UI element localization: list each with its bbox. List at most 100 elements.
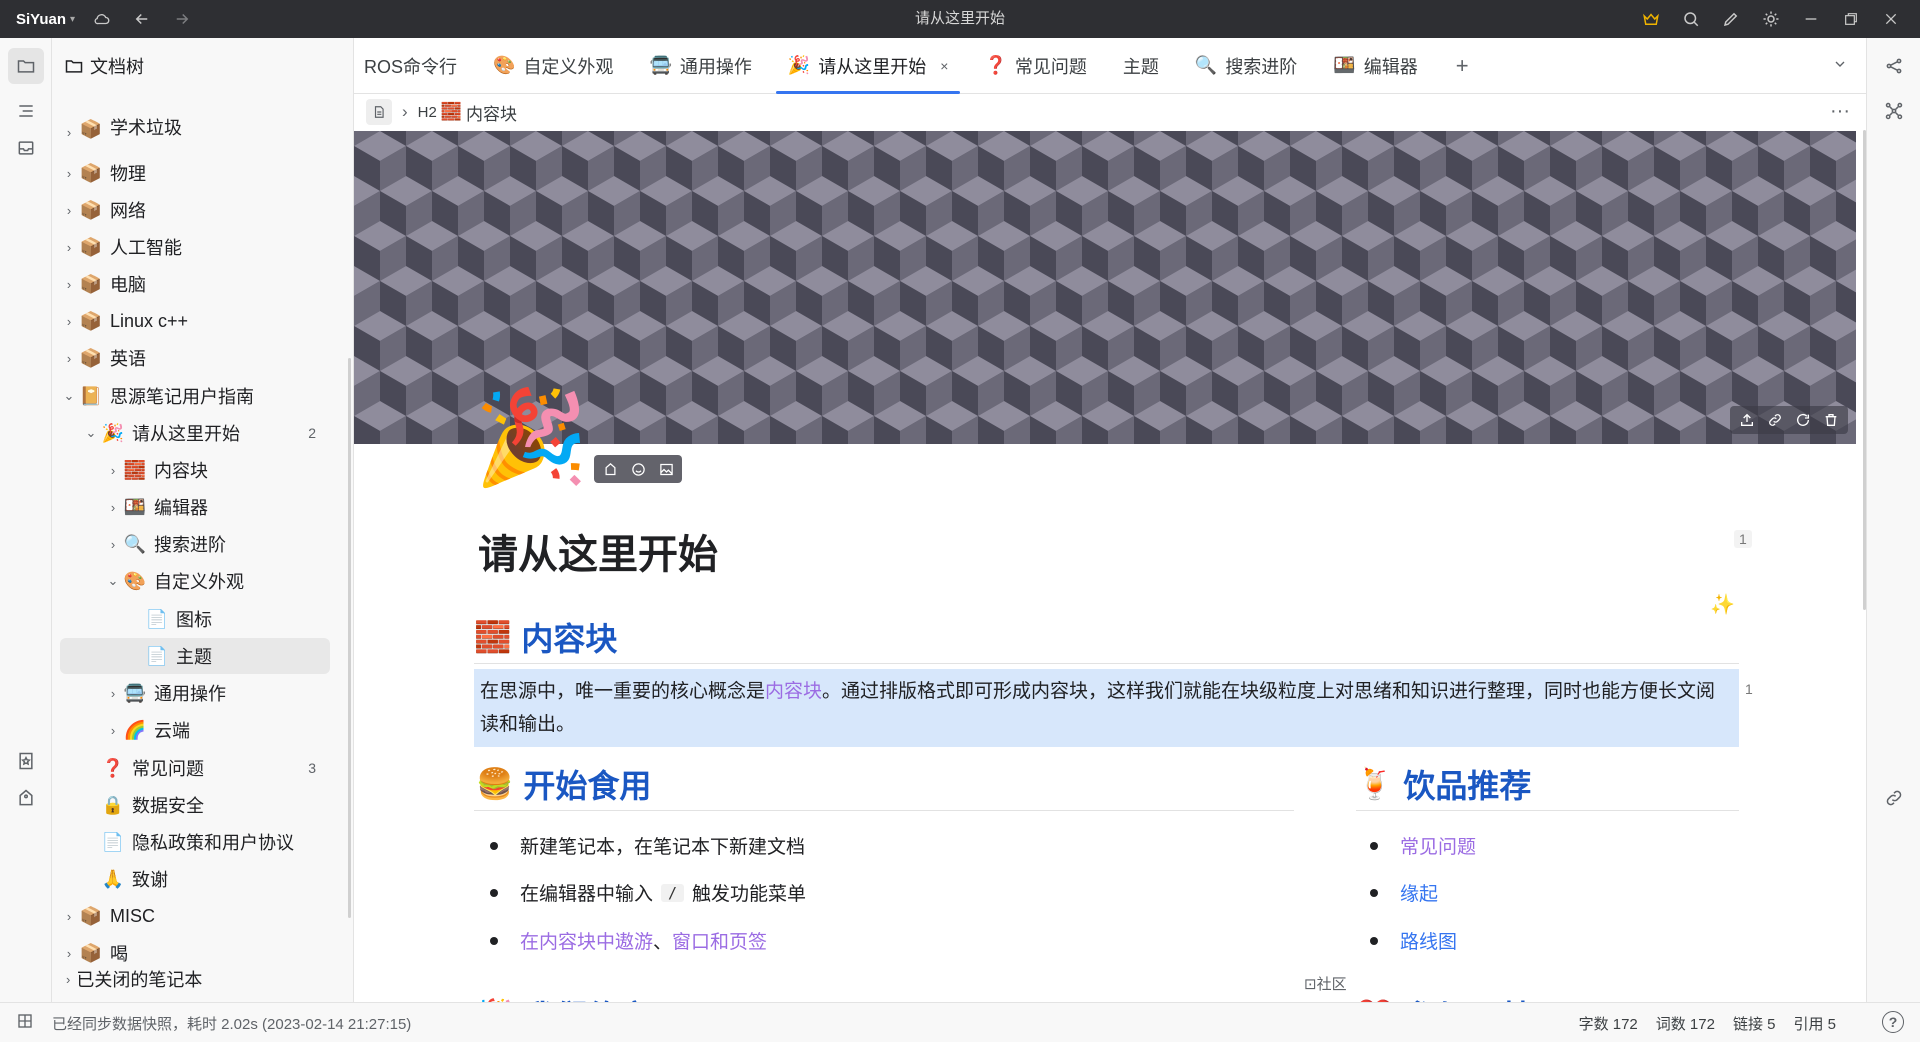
tree-item-privacy[interactable]: 📄 隐私政策和用户协议: [60, 824, 330, 860]
tree-item-cloud[interactable]: › 🌈 云端: [60, 712, 330, 748]
minimize-icon[interactable]: [1798, 6, 1824, 32]
chevron-right-icon[interactable]: ›: [60, 277, 78, 292]
file-tree-dock-button[interactable]: [8, 48, 44, 84]
closed-notebooks-toggle[interactable]: › 已关闭的笔记本: [66, 966, 203, 992]
tree-item-search[interactable]: › 🔍 搜索进阶: [60, 526, 330, 562]
more-options-icon[interactable]: ···: [1830, 100, 1850, 123]
tab-faq[interactable]: ❓ 常见问题: [966, 38, 1104, 94]
list-item[interactable]: 在内容块中遨游 、 窗口和页签: [490, 927, 767, 954]
graph-view-dock-button[interactable]: [1876, 48, 1912, 84]
heading-partial-right[interactable]: ❤️ 参与开献: [1356, 992, 1531, 1003]
block-ref-link[interactable]: 在内容块中遨游: [520, 927, 653, 954]
tree-item-misc[interactable]: › 📦 MISC: [60, 898, 330, 934]
tree-item-computer[interactable]: › 📦 电脑: [60, 266, 330, 302]
paragraph-block[interactable]: 在思源中，唯一重要的核心概念是内容块。通过排版格式即可形成内容块，这样我们就能在…: [474, 669, 1739, 747]
tree-item-thanks[interactable]: 🙏 致谢: [60, 861, 330, 897]
edit-pen-icon[interactable]: [1718, 6, 1744, 32]
hyperlink[interactable]: 缘起: [1400, 879, 1438, 906]
list-item[interactable]: 缘起: [1370, 879, 1438, 906]
chevron-right-icon[interactable]: ›: [60, 351, 78, 366]
link-icon[interactable]: [1762, 408, 1788, 432]
list-item[interactable]: 新建笔记本，在笔记本下新建文档: [490, 832, 805, 859]
tree-item-english[interactable]: › 📦 英语: [60, 340, 330, 376]
tree-item-physics[interactable]: › 📦 物理: [60, 155, 330, 191]
tab-general-ops[interactable]: 🚍 通用操作: [631, 38, 769, 94]
help-icon[interactable]: ?: [1882, 1011, 1904, 1033]
list-item[interactable]: 常见问题: [1370, 832, 1476, 859]
heading-content-block[interactable]: 🧱 内容块: [474, 614, 617, 660]
paragraph-ref-count[interactable]: 1: [1740, 680, 1758, 698]
tree-item-icons[interactable]: 📄 图标: [60, 601, 330, 637]
list-item[interactable]: 在编辑器中输入 / 触发功能菜单: [490, 879, 806, 906]
tab-search[interactable]: 🔍 搜索进阶: [1177, 38, 1315, 94]
tree-item-editor[interactable]: › 🍱 编辑器: [60, 489, 330, 525]
chevron-down-icon[interactable]: ⌄: [104, 573, 122, 589]
close-tab-icon[interactable]: ×: [940, 58, 948, 74]
tree-item-content-block[interactable]: › 🧱 内容块: [60, 452, 330, 488]
chevron-right-icon[interactable]: ›: [104, 723, 122, 738]
refresh-icon[interactable]: [1790, 408, 1816, 432]
heading-drinks[interactable]: 🍹 饮品推荐: [1356, 761, 1531, 807]
document-icon[interactable]: [366, 99, 392, 125]
block-ref-link[interactable]: 窗口和页签: [672, 927, 767, 954]
bookmark-dock-button[interactable]: [8, 743, 44, 779]
hyperlink[interactable]: 路线图: [1400, 927, 1457, 954]
tab-themes[interactable]: 主题: [1105, 38, 1177, 94]
tree-item-appearance[interactable]: ⌄ 🎨 自定义外观: [60, 563, 330, 599]
title-ref-count[interactable]: 1: [1734, 530, 1752, 548]
document-emoji-icon[interactable]: 🎉: [474, 392, 589, 484]
tab-editor[interactable]: 🍱 编辑器: [1315, 38, 1435, 94]
search-icon[interactable]: [1678, 6, 1704, 32]
backlinks-dock-button[interactable]: [1876, 780, 1912, 816]
chevron-right-icon[interactable]: ›: [60, 166, 78, 181]
tree-item-faq[interactable]: ❓ 常见问题 3: [60, 750, 330, 786]
tag-icon[interactable]: [597, 457, 623, 481]
outline-dock-button[interactable]: [8, 93, 44, 129]
crown-icon[interactable]: [1638, 6, 1664, 32]
chevron-down-icon[interactable]: ⌄: [60, 388, 78, 404]
chevron-right-icon[interactable]: ›: [60, 946, 78, 961]
tree-item-ai[interactable]: › 📦 人工智能: [60, 229, 330, 265]
close-window-icon[interactable]: [1878, 6, 1904, 32]
back-arrow-icon[interactable]: [129, 6, 155, 32]
tree-scrollbar[interactable]: [348, 358, 351, 918]
tree-item-linux[interactable]: › 📦 Linux c++: [60, 303, 330, 339]
inbox-dock-button[interactable]: [8, 130, 44, 166]
forward-arrow-icon[interactable]: [169, 6, 195, 32]
emoji-smile-icon[interactable]: [625, 457, 651, 481]
document-title[interactable]: 请从这里开始: [478, 522, 718, 580]
chevron-right-icon[interactable]: ›: [60, 314, 78, 329]
block-ref-link[interactable]: 内容块: [765, 681, 822, 702]
sun-theme-icon[interactable]: [1758, 6, 1784, 32]
block-ref-link[interactable]: 常见问题: [1400, 832, 1476, 859]
chevron-right-icon[interactable]: ›: [104, 686, 122, 701]
tree-item-network[interactable]: › 📦 网络: [60, 192, 330, 228]
tab-appearance[interactable]: 🎨 自定义外观: [475, 38, 631, 94]
heading-partial-left[interactable]: 🎉 我们约定: [476, 992, 651, 1003]
chevron-right-icon[interactable]: ›: [60, 203, 78, 218]
chevron-right-icon[interactable]: ›: [60, 909, 78, 924]
tree-item-themes[interactable]: 📄 主题: [60, 638, 330, 674]
app-menu-button[interactable]: SiYuan ▾: [16, 11, 75, 28]
tree-item-start-here[interactable]: ⌄ 🎉 请从这里开始 2: [60, 415, 330, 451]
community-link[interactable]: ⊡社区: [1304, 973, 1347, 994]
chevron-right-icon[interactable]: ›: [104, 537, 122, 552]
chevron-right-icon[interactable]: ›: [104, 463, 122, 478]
tree-item-user-guide[interactable]: ⌄ 📔 思源笔记用户指南: [60, 378, 330, 414]
chevron-right-icon[interactable]: ›: [104, 500, 122, 515]
upload-icon[interactable]: [1734, 408, 1760, 432]
tree-item-general-ops[interactable]: › 🚍 通用操作: [60, 675, 330, 711]
tree-item-xueshu[interactable]: › 📦 学术垃圾: [60, 118, 330, 140]
tree-item-data-security[interactable]: 🔒 数据安全: [60, 787, 330, 823]
list-item[interactable]: 路线图: [1370, 927, 1457, 954]
heading-getting-started[interactable]: 🍔 开始食用: [476, 761, 651, 807]
chevron-right-icon[interactable]: ›: [60, 240, 78, 255]
tag-dock-button[interactable]: [8, 780, 44, 816]
cloud-sync-icon[interactable]: [89, 6, 115, 32]
restore-window-icon[interactable]: [1838, 6, 1864, 32]
trash-icon[interactable]: [1818, 408, 1844, 432]
chevron-down-icon[interactable]: ⌄: [82, 425, 100, 441]
add-tab-button[interactable]: +: [1436, 53, 1489, 79]
image-icon[interactable]: [653, 457, 679, 481]
layout-toggle-icon[interactable]: [16, 1012, 34, 1034]
